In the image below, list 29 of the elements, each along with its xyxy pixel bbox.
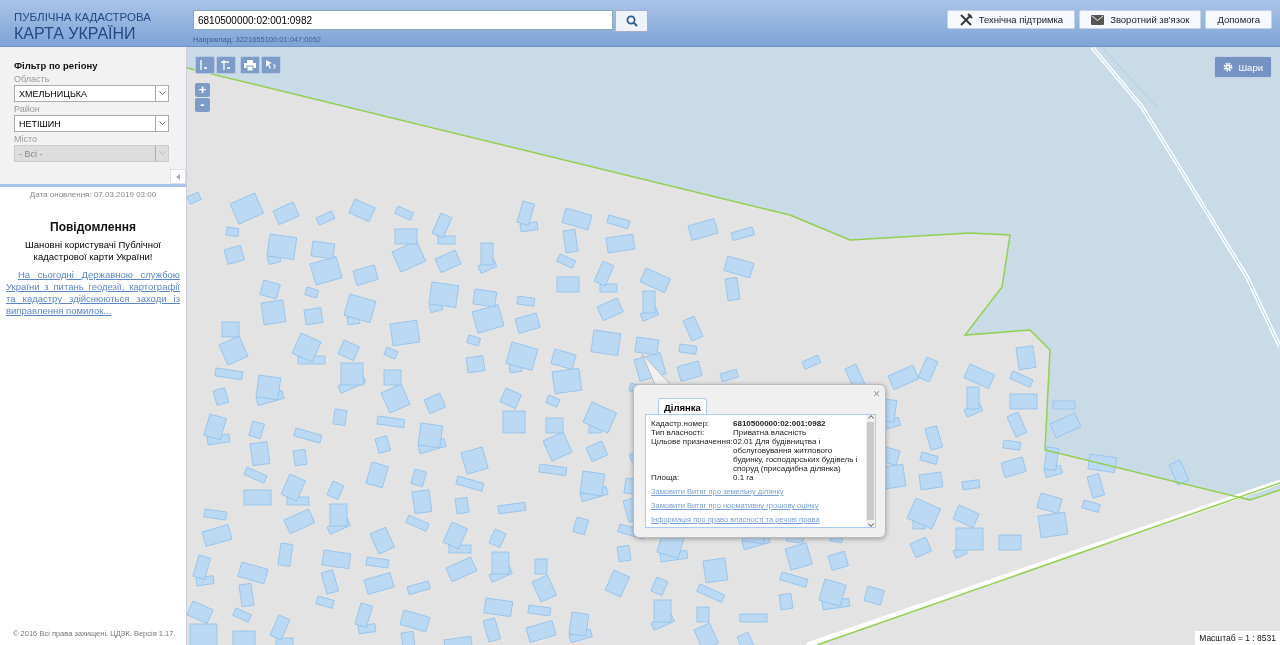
header-button[interactable]: Технічна підтримка <box>946 10 1076 29</box>
field-label: Місто <box>14 134 39 144</box>
map-scale: Масштаб = 1 : 8531 <box>1195 631 1280 645</box>
field-label: Цільове призначення: <box>651 437 733 448</box>
field-value: 02.01 Для будівництва і обслуговування житлового будинку, господарських будівель і споруд (присадибна ділянка) <box>733 437 859 473</box>
search-field[interactable]: 6810500000:02:001:0982 <box>193 10 613 30</box>
field-label: Площа: <box>651 473 681 482</box>
field-value: Приватна власність <box>733 428 808 437</box>
field-value: 0.1 га <box>733 473 755 482</box>
field-label: Кадастр.номер: <box>651 419 711 428</box>
notice-text: Шановні користувачі Публічної кадастрової карти України! <box>24 239 162 263</box>
notice-title: Повідомлення <box>49 220 137 234</box>
close-icon[interactable]: × <box>873 388 880 400</box>
header-button[interactable]: Зворотний зв'язок <box>1079 10 1202 29</box>
header-button[interactable]: Допомога <box>1205 10 1272 29</box>
field-value: 6810500000:02:001:0982 <box>733 419 827 428</box>
site-title: ПУБЛІЧНА КАДАСТРОВА <box>14 12 152 24</box>
update-date: Дата оновлення: 07.03.2019 03:00 <box>28 190 158 199</box>
filter-title: Фільтр по регіону <box>14 60 99 71</box>
field-label: Область <box>14 74 51 84</box>
site-title: КАРТА УКРАЇНИ <box>14 25 137 42</box>
zoom-out-button[interactable]: - <box>195 98 210 112</box>
region-select[interactable]: ХМЕЛЬНИЦЬКА <box>14 85 169 102</box>
notice-link[interactable]: На сьогодні Державною службою України з питань геодезії, картографії та кадастру здійснюються заходи із виправлення помилок... <box>6 269 180 317</box>
region-select[interactable]: НЕТІШИН <box>14 115 169 132</box>
field-label: Район <box>14 104 41 114</box>
field-label: Тип власності: <box>651 428 706 437</box>
layers-button[interactable]: Шари <box>1214 56 1272 78</box>
zoom-in-button[interactable]: + <box>195 83 210 97</box>
